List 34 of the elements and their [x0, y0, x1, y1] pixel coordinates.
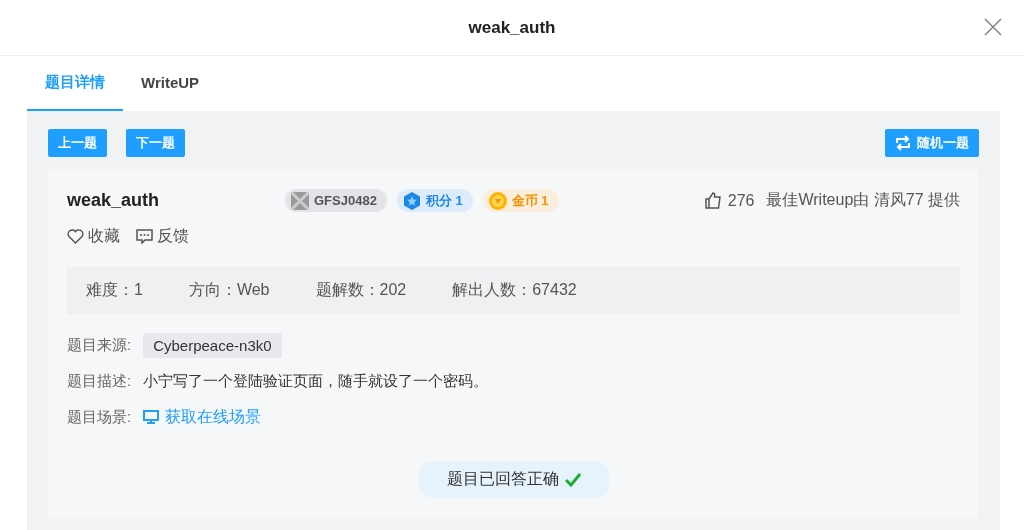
tab[interactable]: WriteUP	[123, 56, 218, 111]
close-icon[interactable]	[984, 18, 1002, 36]
badge-label: GFSJ0482	[314, 193, 377, 208]
comment-icon	[136, 229, 153, 244]
stat-text: 题解数：202	[315, 280, 407, 300]
description-text: 小宁写了一个登陆验证页面，随手就设了一个密码。	[143, 371, 489, 391]
random-button[interactable]: 随机一题	[885, 129, 979, 157]
pattern-icon	[291, 191, 309, 210]
coin-icon	[488, 191, 507, 210]
thumbs-up-icon[interactable]	[704, 192, 722, 209]
star-icon	[402, 191, 421, 210]
status-pill: 题目已回答正确	[418, 461, 609, 498]
challenge-name: weak_auth	[67, 190, 161, 211]
best-writeup-text: 最佳Writeup由 清风77 提供	[766, 190, 960, 210]
like-count: 276	[727, 191, 755, 210]
favorite-button[interactable]: 收藏	[67, 226, 120, 247]
source-tag: Cyberpeace-n3k0	[143, 332, 282, 358]
field-label: 题目描述:	[67, 371, 132, 391]
check-icon	[564, 472, 581, 487]
field-label: 题目来源:	[67, 335, 132, 355]
previous-button[interactable]: 上一题	[48, 129, 107, 157]
stat-text: 难度：1	[86, 280, 143, 300]
stat-text: 解出人数：67432	[452, 280, 577, 300]
badge-label: 金币 1	[511, 191, 549, 210]
monitor-icon	[143, 409, 160, 425]
badge-label: 积分 1	[425, 191, 463, 210]
field-label: 题目场景:	[67, 407, 132, 427]
scene-link[interactable]: 获取在线场景	[143, 406, 262, 428]
feedback-button[interactable]: 反馈	[136, 226, 189, 247]
window-title: weak_auth	[468, 17, 556, 38]
swap-icon	[895, 135, 911, 151]
heart-icon	[67, 229, 84, 244]
next-button[interactable]: 下一题	[126, 129, 185, 157]
stat-text: 方向：Web	[188, 280, 270, 300]
